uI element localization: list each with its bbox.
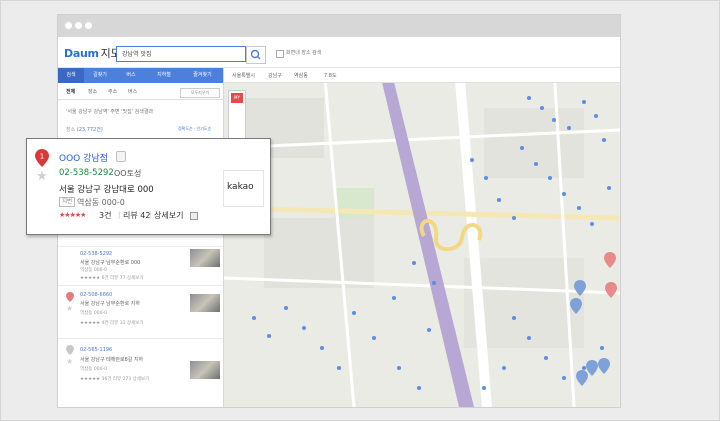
search-input[interactable]: 강남역 맛집 bbox=[116, 46, 246, 62]
tab-favorites[interactable]: 즐겨찾기 bbox=[182, 68, 223, 83]
sidebar: 검색 길찾기 버스 지하철 즐겨찾기 전체 장소 주소 버스 모두지우기 '서울… bbox=[58, 68, 224, 407]
result-old-address: 역삼동 000-0 bbox=[80, 311, 107, 316]
search-notice: '서울 강남구 강남역' 주변 '맛집' 검색결과 bbox=[66, 109, 154, 115]
area-search-checkbox[interactable] bbox=[276, 50, 284, 58]
title-bar bbox=[58, 15, 620, 37]
tab-subway[interactable]: 지하철 bbox=[146, 68, 182, 83]
search-icon bbox=[250, 49, 261, 60]
top-bar: Daum 지도 강남역 맛집 화면내 장소 검색 bbox=[58, 37, 620, 68]
separator: | bbox=[118, 211, 121, 219]
result-thumbnail[interactable] bbox=[190, 294, 220, 312]
result-phone: 02-565-1196 bbox=[80, 347, 113, 353]
subtab-all[interactable]: 전체 bbox=[66, 88, 75, 95]
screenshot-frame: Daum 지도 강남역 맛집 화면내 장소 검색 검색 길찾기 버스 지하철 즐겨… bbox=[0, 0, 720, 421]
pin-icon bbox=[66, 345, 74, 355]
map-neighborhood[interactable]: 역삼동 bbox=[294, 72, 308, 79]
list-item[interactable]: ★ 02-565-1196 서울 강남구 테헤란로8길 지하 역삼동 000-0… bbox=[58, 338, 223, 399]
review-link[interactable]: 리뷰 42 bbox=[123, 210, 150, 221]
window-dot bbox=[65, 22, 72, 29]
result-address: 서울 강남구 남부순환로 지하 bbox=[80, 301, 140, 307]
place-info-popup[interactable]: 1 ★ OOO 강남점 02-538-5292 OO토성 서울 강남구 강남대로… bbox=[26, 138, 271, 235]
result-address: 서울 강남구 남부순환로 000 bbox=[80, 260, 141, 266]
sub-tabs: 전체 장소 주소 버스 모두지우기 bbox=[58, 85, 223, 100]
kakao-logo[interactable]: kakao bbox=[223, 170, 264, 207]
clear-all-button[interactable]: 모두지우기 bbox=[180, 88, 220, 98]
tab-search[interactable]: 검색 bbox=[58, 68, 84, 83]
verified-icon bbox=[116, 151, 126, 162]
place-category: OO토성 bbox=[114, 169, 142, 178]
result-address: 서울 강남구 테헤란로8길 지하 bbox=[80, 357, 144, 363]
star-icon[interactable]: ★ bbox=[66, 357, 73, 366]
result-thumbnail[interactable] bbox=[190, 249, 220, 267]
search-button[interactable] bbox=[246, 46, 266, 64]
map-district[interactable]: 강남구 bbox=[268, 72, 282, 79]
place-name[interactable]: OOO 강남점 bbox=[59, 151, 108, 164]
favorite-star-icon[interactable]: ★ bbox=[36, 170, 48, 183]
subtab-address[interactable]: 주소 bbox=[108, 88, 117, 95]
subtab-place[interactable]: 장소 bbox=[88, 88, 97, 95]
section-header: 장소 (23,772건) bbox=[66, 126, 103, 133]
pin-number: 1 bbox=[40, 153, 44, 161]
section-label: 장소 bbox=[66, 127, 76, 133]
window-dot bbox=[75, 22, 82, 29]
sort-links[interactable]: 정확도순 · 인기도순 bbox=[178, 126, 211, 132]
star-icon[interactable]: ★ bbox=[66, 304, 73, 313]
my-location-button[interactable]: MY bbox=[231, 93, 243, 103]
result-meta: ★★★★★ 4건 리뷰 31 상세보기 bbox=[80, 321, 144, 326]
pin-icon: 1 bbox=[35, 149, 49, 167]
map-city[interactable]: 서울특별시 bbox=[232, 72, 255, 79]
place-address: 서울 강남구 강남대로 000 bbox=[59, 185, 154, 195]
tab-bus[interactable]: 버스 bbox=[116, 68, 146, 83]
result-thumbnail[interactable] bbox=[190, 361, 220, 379]
tab-directions[interactable]: 길찾기 bbox=[84, 68, 116, 83]
result-meta: ★★★★★ 36건 리뷰 273 상세보기 bbox=[80, 377, 150, 382]
rating-count[interactable]: 3건 bbox=[99, 210, 111, 221]
detail-link[interactable]: 상세보기 bbox=[154, 210, 183, 221]
logo-brand: Daum bbox=[64, 47, 99, 60]
separator: | bbox=[149, 211, 152, 219]
result-meta: ★★★★★ 6건 리뷰 77 상세보기 bbox=[80, 276, 144, 281]
result-old-address: 역삼동 000-0 bbox=[80, 268, 107, 273]
daum-logo[interactable]: Daum 지도 bbox=[64, 45, 121, 61]
kakao-text: kakao bbox=[227, 182, 254, 192]
map-breadcrumb: 서울특별시 강남구 역삼동 7.8도 bbox=[224, 68, 620, 83]
place-phone[interactable]: 02-538-5292 bbox=[59, 168, 114, 178]
map-weather: 7.8도 bbox=[324, 73, 337, 79]
external-link-icon[interactable] bbox=[190, 212, 198, 220]
map-canvas bbox=[224, 68, 620, 407]
section-count: (23,772건) bbox=[76, 127, 103, 133]
rating-stars: ★★★★★ bbox=[59, 211, 86, 219]
result-phone: 02-508-6660 bbox=[80, 292, 113, 298]
map-view[interactable]: 서울특별시 강남구 역삼동 7.8도 MY bbox=[224, 68, 620, 407]
search-query: 강남역 맛집 bbox=[122, 51, 152, 58]
window-dot bbox=[85, 22, 92, 29]
list-item[interactable]: ★ 02-508-6660 서울 강남구 남부순환로 지하 역삼동 000-0 … bbox=[58, 285, 223, 338]
result-old-address: 역삼동 000-0 bbox=[80, 367, 107, 372]
list-item[interactable]: 02-538-5292 서울 강남구 남부순환로 000 역삼동 000-0 ★… bbox=[58, 246, 223, 285]
area-search-label: 화면내 장소 검색 bbox=[286, 50, 322, 56]
main-tabs: 검색 길찾기 버스 지하철 즐겨찾기 bbox=[58, 68, 223, 83]
subtab-bus[interactable]: 버스 bbox=[128, 88, 137, 95]
lot-number-badge: 지번 bbox=[59, 197, 76, 207]
result-phone: 02-538-5292 bbox=[80, 251, 113, 257]
pin-icon bbox=[66, 292, 74, 302]
place-old-address: 역삼동 000-0 bbox=[77, 198, 125, 207]
